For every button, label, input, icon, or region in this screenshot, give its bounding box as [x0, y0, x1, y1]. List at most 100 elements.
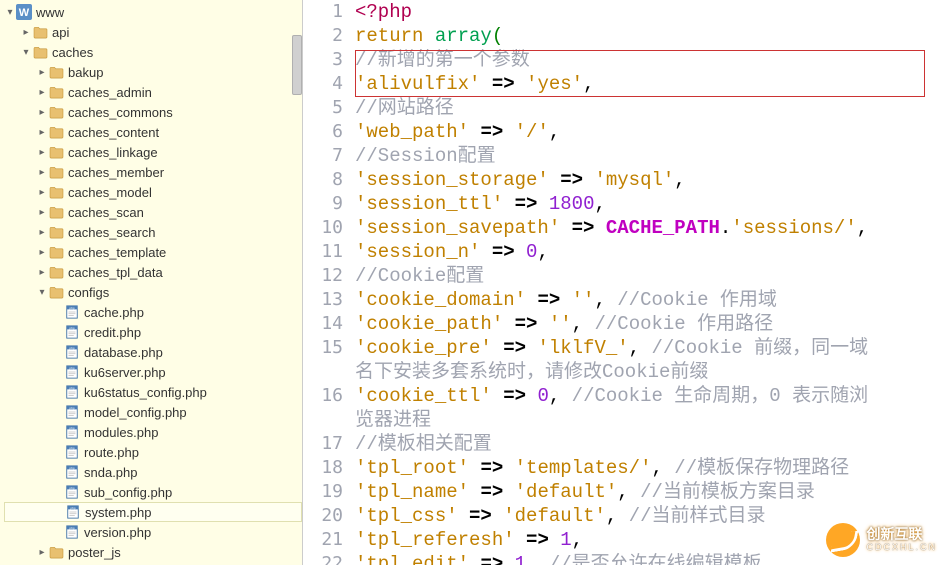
watermark-logo-icon [826, 523, 860, 557]
folder-icon [48, 284, 64, 300]
tree-folder[interactable]: caches_search [4, 222, 302, 242]
tree-item-label: database.php [84, 345, 163, 360]
line-number: 2 [303, 24, 343, 48]
tree-item-label: caches_member [68, 165, 164, 180]
code-line[interactable]: 'session_ttl' => 1800, [355, 192, 949, 216]
tree-folder[interactable]: caches_model [4, 182, 302, 202]
code-line[interactable]: 'cookie_ttl' => 0, //Cookie 生命周期，0 表示随浏 [355, 384, 949, 408]
svg-text:php: php [69, 446, 74, 450]
chevron-right-icon[interactable] [36, 127, 48, 138]
code-line[interactable]: 'cookie_domain' => '', //Cookie 作用域 [355, 288, 949, 312]
tree-item-label: model_config.php [84, 405, 187, 420]
svg-text:php: php [69, 326, 74, 330]
code-line[interactable]: 名下安装多套系统时，请修改Cookie前缀 [355, 360, 949, 384]
code-line[interactable]: //新增的第一个参数 [355, 48, 949, 72]
folder-icon [48, 104, 64, 120]
tree-folder[interactable]: caches_scan [4, 202, 302, 222]
tree-item-label: snda.php [84, 465, 138, 480]
tree-item-label: configs [68, 285, 109, 300]
line-number: 4 [303, 72, 343, 96]
chevron-right-icon[interactable] [36, 207, 48, 218]
tree-item-label: caches [52, 45, 93, 60]
tree-folder[interactable]: api [4, 22, 302, 42]
tree-folder[interactable]: caches_content [4, 122, 302, 142]
chevron-right-icon[interactable] [36, 87, 48, 98]
chevron-down-icon[interactable] [20, 47, 32, 58]
file-tree-panel[interactable]: Wwww api caches bakup caches_admin caches_com… [0, 0, 303, 565]
chevron-right-icon[interactable] [20, 27, 32, 38]
tree-folder[interactable]: caches [4, 42, 302, 62]
tree-file[interactable]: phpversion.php [4, 522, 302, 542]
chevron-right-icon[interactable] [36, 267, 48, 278]
code-editor[interactable]: 12345678910111213141516171819202122 <?ph… [303, 0, 949, 565]
tree-item-label: api [52, 25, 69, 40]
chevron-right-icon[interactable] [36, 167, 48, 178]
tree-file[interactable]: phpcache.php [4, 302, 302, 322]
folder-icon [48, 124, 64, 140]
tree-folder[interactable]: caches_commons [4, 102, 302, 122]
tree-file[interactable]: phpmodel_config.php [4, 402, 302, 422]
tree-item-label: cache.php [84, 305, 144, 320]
code-line[interactable]: 'session_n' => 0, [355, 240, 949, 264]
chevron-right-icon[interactable] [36, 67, 48, 78]
folder-icon [48, 144, 64, 160]
code-line[interactable]: //Session配置 [355, 144, 949, 168]
svg-text:php: php [70, 506, 75, 510]
code-line[interactable]: 览器进程 [355, 408, 949, 432]
chevron-right-icon[interactable] [36, 547, 48, 558]
code-line[interactable]: 'tpl_root' => 'templates/', //模板保存物理路径 [355, 456, 949, 480]
tree-item-label: caches_commons [68, 105, 173, 120]
chevron-right-icon[interactable] [36, 247, 48, 258]
code-line[interactable]: //网站路径 [355, 96, 949, 120]
tree-folder[interactable]: caches_linkage [4, 142, 302, 162]
tree-item-label: route.php [84, 445, 139, 460]
line-number: 16 [303, 384, 343, 408]
tree-file[interactable]: phpdatabase.php [4, 342, 302, 362]
line-number [303, 360, 343, 384]
code-line[interactable]: 'tpl_name' => 'default', //当前模板方案目录 [355, 480, 949, 504]
tree-item-label: version.php [84, 525, 151, 540]
chevron-right-icon[interactable] [36, 227, 48, 238]
tree-root[interactable]: Wwww [4, 2, 302, 22]
code-line[interactable]: return array( [355, 24, 949, 48]
code-line[interactable]: 'cookie_pre' => 'lklfV_', //Cookie 前缀，同一… [355, 336, 949, 360]
tree-file[interactable]: phpku6status_config.php [4, 382, 302, 402]
chevron-right-icon[interactable] [36, 187, 48, 198]
tree-scrollbar[interactable] [292, 35, 302, 95]
tree-item-label: system.php [85, 505, 151, 520]
tree-item-label: caches_model [68, 185, 152, 200]
tree-file[interactable]: php route.php [4, 442, 302, 462]
tree-file[interactable]: phpsub_config.php [4, 482, 302, 502]
code-line[interactable]: //Cookie配置 [355, 264, 949, 288]
tree-item-label: caches_admin [68, 85, 152, 100]
php-file-icon: php [64, 324, 80, 340]
tree-folder[interactable]: caches_admin [4, 82, 302, 102]
line-number: 7 [303, 144, 343, 168]
folder-icon [48, 164, 64, 180]
folder-icon [48, 204, 64, 220]
code-line[interactable]: 'cookie_path' => '', //Cookie 作用路径 [355, 312, 949, 336]
tree-file[interactable]: php system.php [4, 502, 302, 522]
chevron-right-icon[interactable] [36, 147, 48, 158]
tree-file[interactable]: phpcredit.php [4, 322, 302, 342]
tree-folder[interactable]: caches_template [4, 242, 302, 262]
tree-item-label: caches_scan [68, 205, 144, 220]
chevron-right-icon[interactable] [36, 107, 48, 118]
tree-folder[interactable]: poster_js [4, 542, 302, 562]
code-line[interactable]: 'alivulfix' => 'yes', [355, 72, 949, 96]
tree-item-label: caches_search [68, 225, 155, 240]
tree-folder[interactable]: bakup [4, 62, 302, 82]
tree-folder[interactable]: configs [4, 282, 302, 302]
tree-folder[interactable]: caches_member [4, 162, 302, 182]
tree-file[interactable]: phpmodules.php [4, 422, 302, 442]
code-line[interactable]: 'web_path' => '/', [355, 120, 949, 144]
tree-folder[interactable]: caches_tpl_data [4, 262, 302, 282]
code-line[interactable]: 'session_savepath' => CACHE_PATH.'sessio… [355, 216, 949, 240]
tree-file[interactable]: phpku6server.php [4, 362, 302, 382]
code-line[interactable]: //模板相关配置 [355, 432, 949, 456]
tree-file[interactable]: phpsnda.php [4, 462, 302, 482]
expand-arrow-icon[interactable] [4, 7, 16, 18]
code-line[interactable]: 'session_storage' => 'mysql', [355, 168, 949, 192]
chevron-down-icon[interactable] [36, 287, 48, 298]
code-line[interactable]: <?php [355, 0, 949, 24]
